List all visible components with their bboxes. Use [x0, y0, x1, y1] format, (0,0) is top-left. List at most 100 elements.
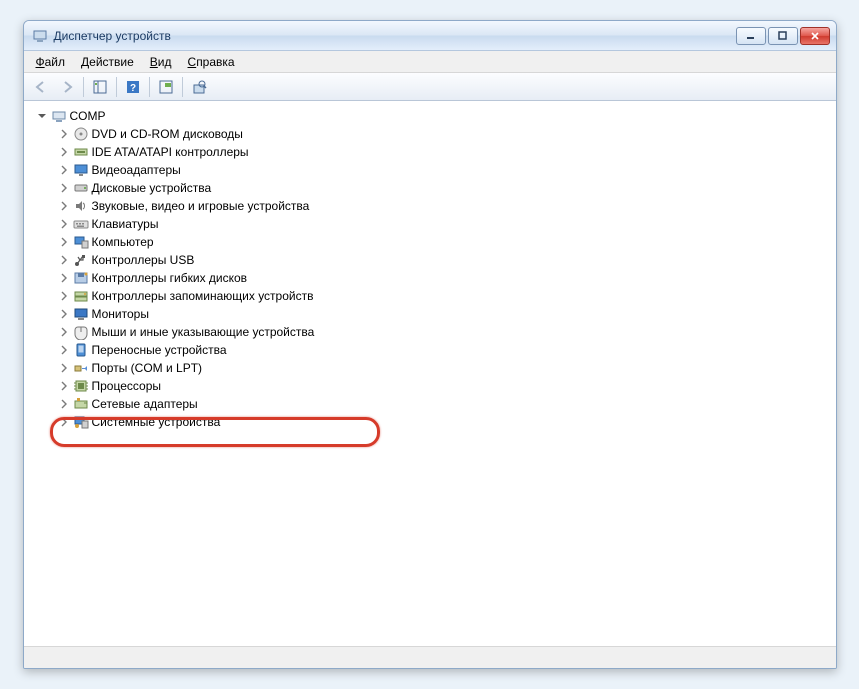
- expand-icon[interactable]: [58, 290, 70, 302]
- help-button[interactable]: ?: [121, 76, 145, 98]
- tree-node[interactable]: Звуковые, видео и игровые устройства: [28, 197, 832, 215]
- app-icon: [32, 28, 48, 44]
- tree-node-label: Мониторы: [92, 307, 149, 321]
- window-buttons: [736, 27, 830, 45]
- expand-icon[interactable]: [58, 272, 70, 284]
- expand-icon[interactable]: [58, 254, 70, 266]
- tree-node-label: Клавиатуры: [92, 217, 159, 231]
- toolbar-separator: [83, 77, 84, 97]
- sound-icon: [72, 198, 90, 214]
- titlebar[interactable]: Диспетчер устройств: [24, 21, 836, 51]
- expand-icon[interactable]: [58, 146, 70, 158]
- tree-node-label: Видеоадаптеры: [92, 163, 181, 177]
- tree-node[interactable]: Процессоры: [28, 377, 832, 395]
- computer-icon: [72, 234, 90, 250]
- tree-node-label: Системные устройства: [92, 415, 221, 429]
- window-title: Диспетчер устройств: [54, 29, 736, 43]
- tree-node[interactable]: IDE ATA/ATAPI контроллеры: [28, 143, 832, 161]
- expand-icon[interactable]: [58, 128, 70, 140]
- tree-node-label: Контроллеры USB: [92, 253, 195, 267]
- storage-icon: [72, 288, 90, 304]
- tree-node[interactable]: Мыши и иные указывающие устройства: [28, 323, 832, 341]
- keyboard-icon: [72, 216, 90, 232]
- tree-node-label: Переносные устройства: [92, 343, 227, 357]
- network-icon: [72, 396, 90, 412]
- collapse-icon[interactable]: [36, 110, 48, 122]
- menu-action[interactable]: Действие: [73, 51, 142, 72]
- toolbar: ?: [24, 73, 836, 101]
- expand-icon[interactable]: [58, 164, 70, 176]
- tree-node[interactable]: Порты (COM и LPT): [28, 359, 832, 377]
- tree-root[interactable]: COMP: [28, 107, 832, 125]
- portable-icon: [72, 342, 90, 358]
- menu-view[interactable]: Вид: [142, 51, 180, 72]
- tree-node-label: DVD и CD-ROM дисководы: [92, 127, 243, 141]
- tree-node[interactable]: Мониторы: [28, 305, 832, 323]
- forward-button[interactable]: [55, 76, 79, 98]
- monitor-icon: [72, 306, 90, 322]
- tree-node[interactable]: Сетевые адаптеры: [28, 395, 832, 413]
- expand-icon[interactable]: [58, 200, 70, 212]
- system-icon: [72, 414, 90, 430]
- tree-root-label: COMP: [70, 109, 106, 123]
- expand-icon[interactable]: [58, 218, 70, 230]
- tree-node-label: Звуковые, видео и игровые устройства: [92, 199, 310, 213]
- tree-node-label: Контроллеры гибких дисков: [92, 271, 248, 285]
- disk-icon: [72, 180, 90, 196]
- tree-node[interactable]: Контроллеры USB: [28, 251, 832, 269]
- tree-node-label: IDE ATA/ATAPI контроллеры: [92, 145, 249, 159]
- tree-node[interactable]: Компьютер: [28, 233, 832, 251]
- port-icon: [72, 360, 90, 376]
- tree-node-label: Процессоры: [92, 379, 162, 393]
- display-icon: [72, 162, 90, 178]
- expand-icon[interactable]: [58, 362, 70, 374]
- tree-node[interactable]: Видеоадаптеры: [28, 161, 832, 179]
- mouse-icon: [72, 324, 90, 340]
- device-manager-window: Диспетчер устройств Файл Действие Вид Сп…: [23, 20, 837, 669]
- device-tree[interactable]: COMP DVD и CD-ROM дисководы IDE ATA/ATAPI …: [24, 101, 836, 437]
- cpu-icon: [72, 378, 90, 394]
- computer-icon: [50, 108, 68, 124]
- usb-icon: [72, 252, 90, 268]
- tree-node-label: Порты (COM и LPT): [92, 361, 203, 375]
- minimize-button[interactable]: [736, 27, 766, 45]
- tree-node[interactable]: Контроллеры запоминающих устройств: [28, 287, 832, 305]
- content-area: COMP DVD и CD-ROM дисководы IDE ATA/ATAPI …: [24, 101, 836, 646]
- expand-icon[interactable]: [58, 308, 70, 320]
- expand-icon[interactable]: [58, 380, 70, 392]
- tree-node[interactable]: Клавиатуры: [28, 215, 832, 233]
- menubar: Файл Действие Вид Справка: [24, 51, 836, 73]
- floppyctl-icon: [72, 270, 90, 286]
- toolbar-separator: [182, 77, 183, 97]
- toolbar-separator: [149, 77, 150, 97]
- expand-icon[interactable]: [58, 326, 70, 338]
- maximize-button[interactable]: [768, 27, 798, 45]
- scan-hardware-button[interactable]: [154, 76, 178, 98]
- show-hide-tree-button[interactable]: [88, 76, 112, 98]
- close-button[interactable]: [800, 27, 830, 45]
- tree-node-label: Сетевые адаптеры: [92, 397, 198, 411]
- statusbar: [24, 646, 836, 668]
- tree-node[interactable]: Переносные устройства: [28, 341, 832, 359]
- back-button[interactable]: [29, 76, 53, 98]
- expand-icon[interactable]: [58, 236, 70, 248]
- tree-node[interactable]: Дисковые устройства: [28, 179, 832, 197]
- expand-icon[interactable]: [58, 416, 70, 428]
- tree-node[interactable]: DVD и CD-ROM дисководы: [28, 125, 832, 143]
- expand-icon[interactable]: [58, 398, 70, 410]
- tree-node-label: Мыши и иные указывающие устройства: [92, 325, 315, 339]
- tree-node[interactable]: Системные устройства: [28, 413, 832, 431]
- menu-file[interactable]: Файл: [28, 51, 74, 72]
- expand-icon[interactable]: [58, 182, 70, 194]
- tree-node-label: Компьютер: [92, 235, 154, 249]
- ide-icon: [72, 144, 90, 160]
- tree-node-label: Контроллеры запоминающих устройств: [92, 289, 314, 303]
- tree-node-label: Дисковые устройства: [92, 181, 212, 195]
- toolbar-separator: [116, 77, 117, 97]
- menu-help[interactable]: Справка: [180, 51, 243, 72]
- disc-icon: [72, 126, 90, 142]
- properties-button[interactable]: [187, 76, 211, 98]
- svg-text:?: ?: [129, 83, 135, 94]
- expand-icon[interactable]: [58, 344, 70, 356]
- tree-node[interactable]: Контроллеры гибких дисков: [28, 269, 832, 287]
